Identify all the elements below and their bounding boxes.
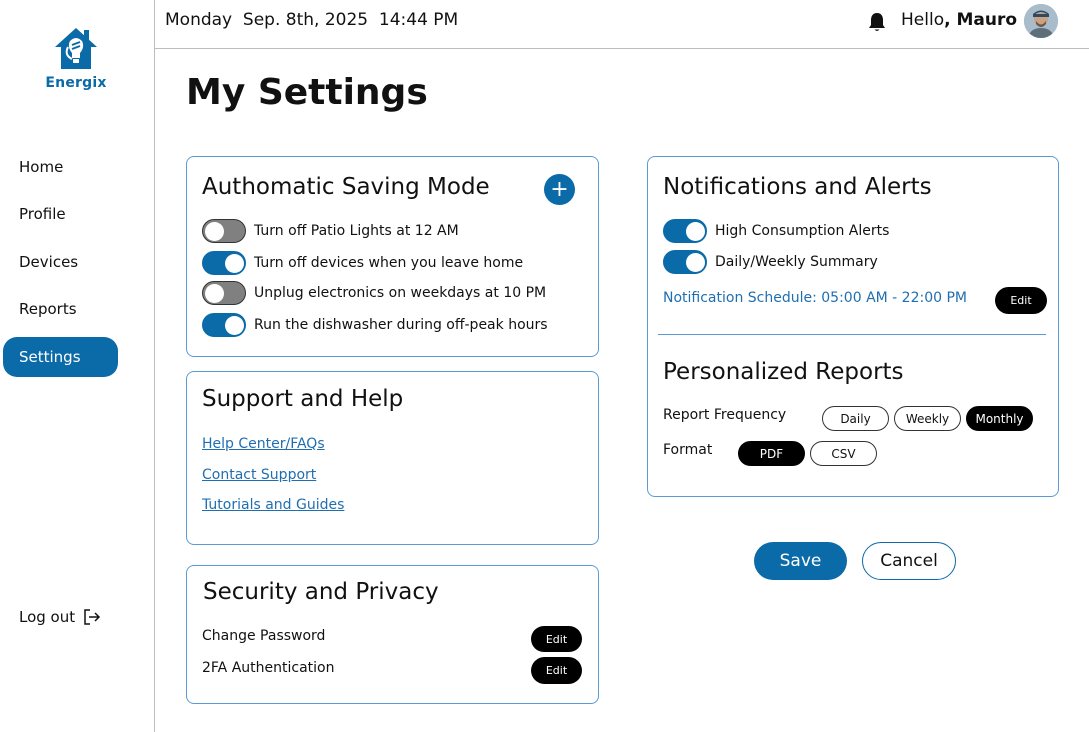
user-avatar-icon <box>1024 4 1058 38</box>
frequency-option-monthly[interactable]: Monthly <box>966 406 1033 431</box>
support-card: Support and Help Help Center/FAQs Contac… <box>186 371 599 545</box>
notification-toggle-row: High Consumption Alerts <box>663 219 889 243</box>
logout-icon <box>84 609 101 625</box>
rule-row: Unplug electronics on weekdays at 10 PM <box>202 281 546 305</box>
sidebar-item-profile[interactable]: Profile <box>3 194 118 234</box>
sidebar-item-settings[interactable]: Settings <box>3 337 118 377</box>
rule-row: Turn off devices when you leave home <box>202 251 523 275</box>
change-password-label: Change Password <box>202 628 326 644</box>
security-title: Security and Privacy <box>203 579 439 605</box>
summary-toggle[interactable] <box>663 250 707 274</box>
security-card: Security and Privacy Change Password Edi… <box>186 565 599 704</box>
frequency-label: Report Frequency <box>663 407 787 423</box>
support-title: Support and Help <box>202 386 404 412</box>
bell-icon[interactable] <box>866 11 888 33</box>
rule-label: Run the dishwasher during off-peak hours <box>254 317 548 333</box>
greeting-separator: , <box>944 10 957 30</box>
toggle-label: High Consumption Alerts <box>715 223 890 239</box>
rule-row: Run the dishwasher during off-peak hours <box>202 313 548 337</box>
sidebar: Energix Home Profile Devices Reports Set… <box>0 0 155 732</box>
sidebar-item-label: Reports <box>19 300 77 318</box>
house-bulb-icon <box>55 28 97 69</box>
frequency-option-daily[interactable]: Daily <box>822 406 889 431</box>
user-greeting: Hello, Mauro <box>901 10 1017 30</box>
user-name: Mauro <box>956 10 1018 30</box>
format-label: Format <box>663 442 713 458</box>
help-center-link[interactable]: Help Center/FAQs <box>202 436 325 452</box>
saving-mode-card: Authomatic Saving Mode + Turn off Patio … <box>186 156 599 357</box>
section-divider <box>658 334 1046 335</box>
2fa-label: 2FA Authentication <box>202 660 335 676</box>
frequency-option-weekly[interactable]: Weekly <box>894 406 961 431</box>
saving-mode-title: Authomatic Saving Mode <box>202 174 490 200</box>
format-option-pdf[interactable]: PDF <box>738 441 805 466</box>
current-datetime: Monday Sep. 8th, 2025 14:44 PM <box>165 10 459 30</box>
cancel-button[interactable]: Cancel <box>862 542 956 580</box>
schedule-edit-button[interactable]: Edit <box>995 287 1047 314</box>
add-rule-button[interactable]: + <box>544 174 575 205</box>
sidebar-item-home[interactable]: Home <box>3 147 118 187</box>
rule-toggle[interactable] <box>202 313 246 337</box>
rule-row: Turn off Patio Lights at 12 AM <box>202 219 459 243</box>
sidebar-item-label: Profile <box>19 205 66 223</box>
app-logo[interactable]: Energix <box>44 25 108 91</box>
greeting-prefix: Hello <box>901 10 945 30</box>
notifications-title: Notifications and Alerts <box>663 174 932 200</box>
rule-label: Turn off Patio Lights at 12 AM <box>254 223 459 239</box>
2fa-edit-button[interactable]: Edit <box>531 657 582 684</box>
notification-toggle-row: Daily/Weekly Summary <box>663 250 878 274</box>
plus-icon: + <box>550 176 569 202</box>
sidebar-item-reports[interactable]: Reports <box>3 289 118 329</box>
sidebar-item-label: Settings <box>19 348 81 366</box>
toggle-label: Daily/Weekly Summary <box>715 254 878 270</box>
high-consumption-toggle[interactable] <box>663 219 707 243</box>
notifications-reports-card: Notifications and Alerts High Consumptio… <box>647 156 1059 497</box>
brand-name: Energix <box>45 75 107 91</box>
notification-schedule: Notification Schedule: 05:00 AM - 22:00 … <box>663 290 968 306</box>
logout-button[interactable]: Log out <box>19 608 101 626</box>
rule-toggle[interactable] <box>202 251 246 275</box>
rule-toggle[interactable] <box>202 281 246 305</box>
rule-toggle[interactable] <box>202 219 246 243</box>
rule-label: Turn off devices when you leave home <box>254 255 524 271</box>
page-title: My Settings <box>186 72 428 113</box>
save-button[interactable]: Save <box>754 542 847 580</box>
avatar[interactable] <box>1024 4 1058 38</box>
sidebar-item-label: Devices <box>19 253 79 271</box>
top-header: Monday Sep. 8th, 2025 14:44 PM Hello, Ma… <box>155 0 1089 49</box>
sidebar-item-label: Home <box>19 158 64 176</box>
logout-label: Log out <box>19 608 76 626</box>
contact-support-link[interactable]: Contact Support <box>202 467 316 483</box>
tutorials-link[interactable]: Tutorials and Guides <box>202 497 344 513</box>
reports-title: Personalized Reports <box>663 359 904 385</box>
sidebar-item-devices[interactable]: Devices <box>3 242 118 282</box>
format-option-csv[interactable]: CSV <box>810 441 877 466</box>
rule-label: Unplug electronics on weekdays at 10 PM <box>254 285 547 301</box>
change-password-edit-button[interactable]: Edit <box>531 626 582 652</box>
